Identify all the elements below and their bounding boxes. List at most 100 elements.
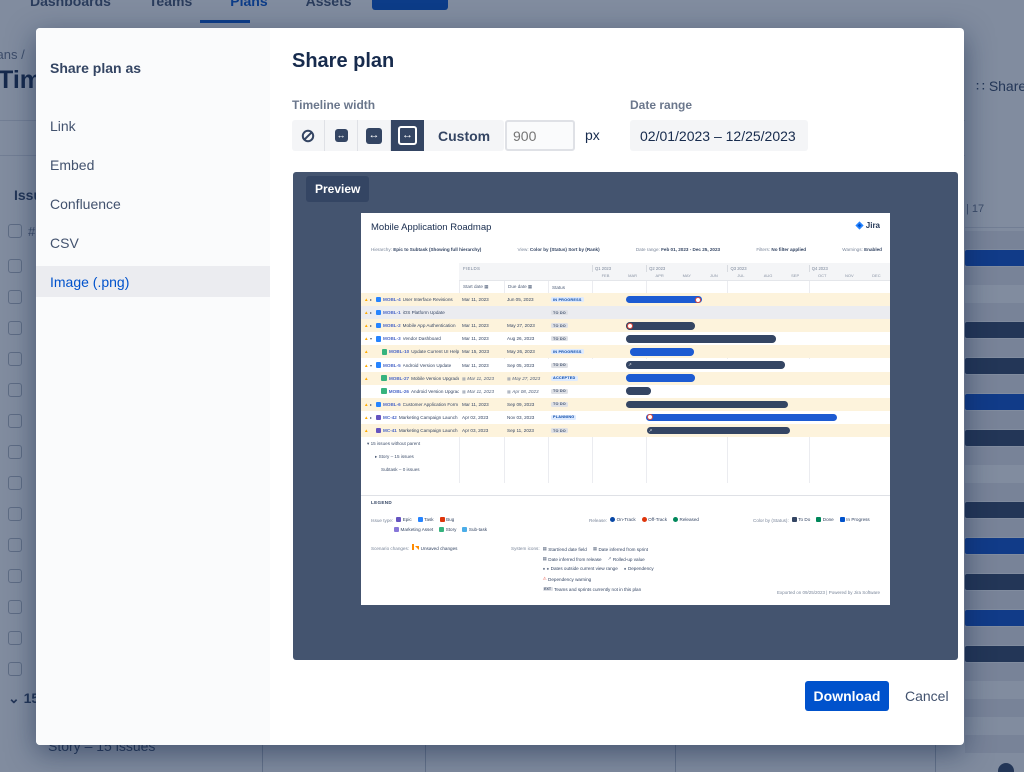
month-label: MAR [619, 273, 646, 278]
summary-row: ▸ Story – 15 issues [375, 454, 414, 460]
timeline-width-segmented-control: ↔ ↔ ↔ Custom [292, 120, 504, 151]
jira-logo: Jira [855, 221, 880, 230]
roadmap-row-MOBL-27: ▲MOBL-27Mobile Version Upgrade▦Mar 11, 2… [361, 372, 890, 385]
roadmap-preview-image: Mobile Application Roadmap Jira Hierarch… [361, 213, 890, 605]
gantt-bar [646, 414, 838, 422]
rolled-up-icon: ↗ [649, 428, 653, 434]
warning-dot-icon [627, 323, 633, 329]
sidebar-item-link[interactable]: Link [36, 110, 270, 141]
preview-panel: Preview Mobile Application Roadmap Jira … [293, 172, 958, 660]
roadmap-row-MC-42: ▲▸MC-42Marketing Campaign LaunchApr 02, … [361, 411, 890, 424]
gantt-bar [626, 387, 651, 395]
gantt-bar: ↗ [647, 427, 791, 435]
column-header: Start date ▦ [463, 281, 489, 293]
quarter-label: Q2 2023 [646, 265, 665, 272]
width-unit-label: px [585, 127, 600, 143]
month-label: NOV [836, 273, 863, 278]
warning-dot-icon [695, 297, 701, 303]
task-type-icon [376, 310, 382, 316]
month-label: APR [646, 273, 673, 278]
scenario-changes-legend: Scenario changes:Unsaved changes [371, 537, 463, 555]
roadmap-row-MOBL-1: ▲▸MOBL-1iOS Platform UpdateTO DO [361, 306, 890, 319]
timeline-width-label: Timeline width [292, 98, 375, 112]
width-small-icon: ↔ [335, 129, 348, 142]
month-label: FEB [592, 273, 619, 278]
epic-type-icon [376, 415, 382, 421]
roadmap-title: Mobile Application Roadmap [371, 222, 491, 233]
download-button[interactable]: Download [805, 681, 889, 711]
story-type-icon [382, 349, 388, 355]
width-value-input[interactable] [505, 120, 575, 151]
roadmap-meta-row: Hierarchy: Epic to Subtask (Showing full… [371, 247, 882, 252]
meta-item: Filters: No filter applied [756, 247, 806, 252]
export-footer-line: Exported on 09/25/2023 | Powered by Jira… [777, 590, 880, 595]
roadmap-row-MOBL-5: ▲▾MOBL-5Android Version UpdateMar 11, 20… [361, 359, 890, 372]
meta-item: Date range: Feb 01, 2023 - Dec 25, 2023 [636, 247, 720, 252]
fields-group-header: FIELDS [463, 266, 480, 271]
screen: DashboardsTeamsPlansAssetsApps Create Pl… [0, 0, 1024, 772]
roadmap-row-MOBL-26: ▲MOBL-26Android Version Upgrade▦Mar 11, … [361, 385, 890, 398]
month-label: MAY [673, 273, 700, 278]
task-type-icon [376, 402, 382, 408]
circle-slash-icon [301, 129, 315, 143]
share-plan-modal: Share plan as Link Embed Confluence CSV Imag… [36, 28, 964, 745]
date-range-field[interactable]: 02/01/2023 – 12/25/2023 [630, 120, 808, 151]
width-large-button-selected[interactable]: ↔ [391, 120, 424, 151]
roadmap-row-MOBL-2: ▲▸MOBL-2Mobile App AuthenticationMar 11,… [361, 319, 890, 332]
quarter-label: Q4 2023 [809, 265, 828, 272]
width-medium-button[interactable]: ↔ [358, 120, 391, 151]
gantt-bar [626, 374, 695, 382]
roadmap-row-MOBL-6: ▲▸MOBL-6Customer Application FormMar 11,… [361, 398, 890, 411]
month-label: OCT [809, 273, 836, 278]
task-type-icon [376, 336, 382, 342]
system-icons-legend-line: System icons:EXTTeams and sprints curren… [511, 577, 647, 595]
meta-item: Hierarchy: Epic to Subtask (Showing full… [371, 247, 481, 252]
summary-row: Subtask – 0 issues [381, 467, 420, 472]
month-label: AUG [755, 273, 782, 278]
story-type-icon [381, 375, 387, 381]
legend-group: Release:On-TrackOff-TrackReleased [589, 509, 705, 527]
gantt-bar [626, 335, 776, 343]
summary-row: ▾ 15 issues without parent [367, 441, 420, 447]
gantt-bar [626, 296, 702, 304]
sidebar-item-image-png[interactable]: Image (.png) [36, 266, 270, 297]
story-type-icon [381, 388, 387, 394]
legend-group: Color by (Status):To DoDoneIn Progress [753, 509, 876, 527]
roadmap-table: FIELDS Q1 2023FEBMARQ2 2023APRMAYJUNQ3 2… [361, 263, 890, 483]
width-medium-icon: ↔ [366, 128, 382, 144]
rolled-up-icon: ↗ [628, 362, 632, 368]
date-range-label: Date range [630, 98, 692, 112]
gantt-bar: ↗ [626, 361, 785, 369]
width-small-button[interactable]: ↔ [325, 120, 358, 151]
roadmap-row-MOBL-10: ▲MOBL-10Update Current UI HelpMar 15, 20… [361, 345, 890, 358]
sidebar-heading: Share plan as [50, 60, 141, 76]
epic-type-icon [376, 428, 382, 434]
gantt-bar [626, 401, 788, 409]
column-header: Due date ▦ [508, 281, 532, 293]
legend-group: Marketing AssetStorySub-task [394, 519, 493, 537]
quarter-label: Q1 2023 [592, 265, 611, 272]
gantt-bar [626, 322, 695, 330]
quarter-label: Q3 2023 [727, 265, 746, 272]
meta-item: View: Color by (Status) Sort by (Rank) [517, 247, 599, 252]
meta-item: Warnings: Enabled [842, 247, 882, 252]
sidebar-item-embed[interactable]: Embed [36, 149, 270, 180]
roadmap-row-MC-41: ▲MC-41Marketing Campaign LaunchApr 03, 2… [361, 424, 890, 437]
month-label: JUL [727, 273, 754, 278]
roadmap-row-MOBL-4: ▲▸MOBL-4User Interface RevisionsMar 11, … [361, 293, 890, 306]
month-label: JUN [700, 273, 727, 278]
warning-dot-icon [647, 414, 653, 420]
sidebar-item-confluence[interactable]: Confluence [36, 188, 270, 219]
legend-divider [361, 495, 890, 496]
cancel-button[interactable]: Cancel [905, 688, 949, 704]
sidebar-item-csv[interactable]: CSV [36, 227, 270, 258]
task-type-icon [376, 362, 382, 368]
share-plan-sidebar: Share plan as Link Embed Confluence CSV Imag… [36, 28, 270, 745]
width-large-icon: ↔ [398, 126, 417, 145]
preview-badge: Preview [306, 176, 369, 202]
width-custom-button[interactable]: Custom [424, 120, 504, 151]
task-type-icon [376, 297, 382, 303]
legend-heading: LEGEND [371, 500, 392, 505]
roadmap-row-MOBL-3: ▲▾MOBL-3Vendor DashboardMar 11, 2023Aug … [361, 332, 890, 345]
width-none-button[interactable] [292, 120, 325, 151]
